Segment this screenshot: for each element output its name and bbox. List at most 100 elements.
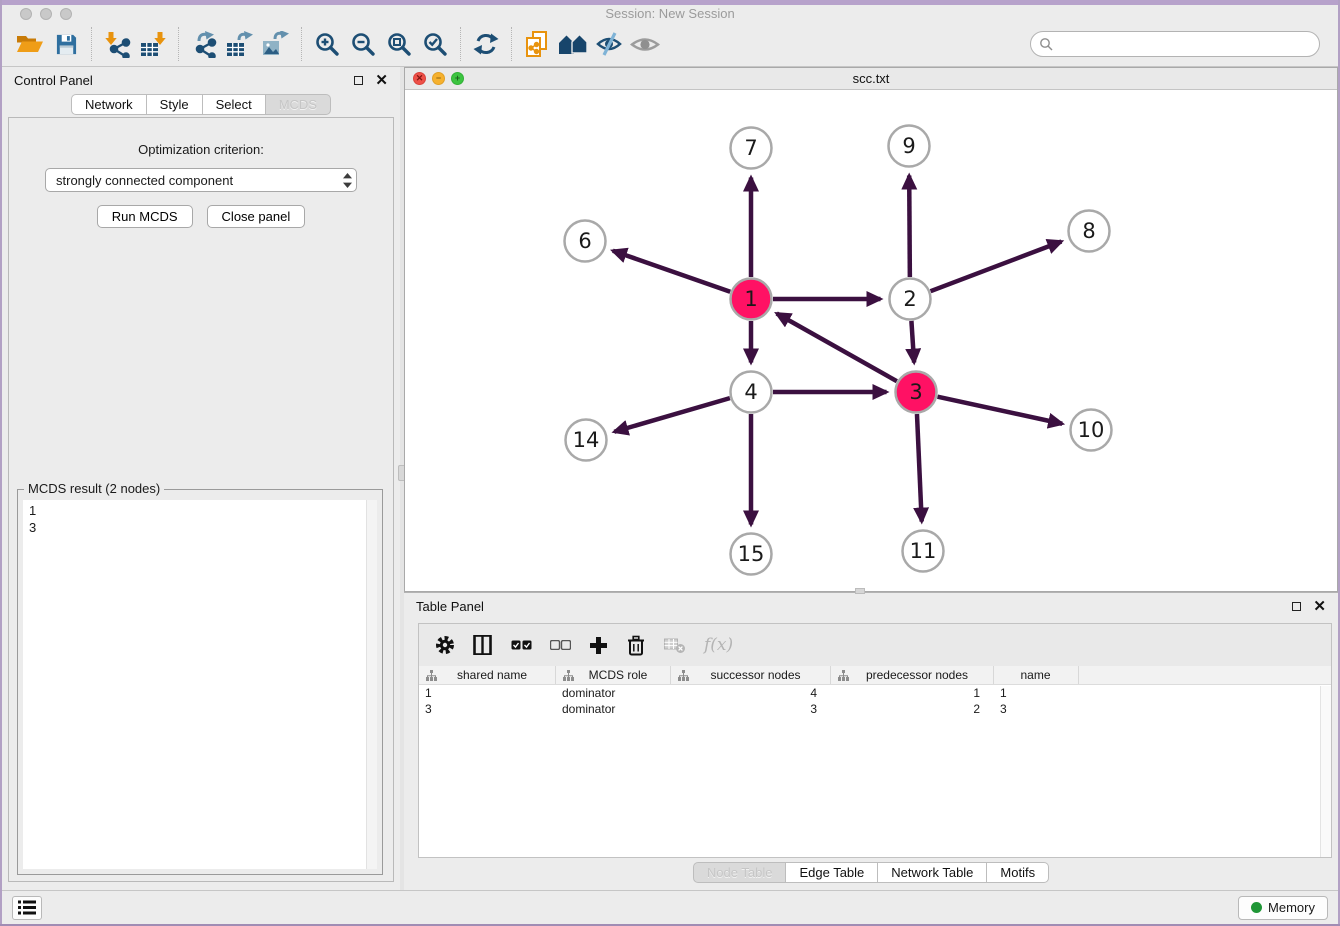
cell-name[interactable]: 1	[994, 685, 1079, 701]
zoom-in-icon[interactable]	[309, 26, 345, 62]
graph-node-8[interactable]: 8	[1069, 211, 1110, 252]
network-window-titlebar[interactable]: ✕ − + scc.txt	[405, 68, 1337, 90]
delete-column-trash-icon[interactable]	[626, 635, 646, 656]
zoom-out-icon[interactable]	[345, 26, 381, 62]
close-panel-icon[interactable]: ✕	[375, 73, 388, 88]
cell-MCDS-role[interactable]: dominator	[556, 685, 671, 701]
table-panel-title: Table Panel	[416, 599, 484, 614]
export-image-icon[interactable]	[258, 26, 294, 62]
column-header-predecessor-nodes[interactable]: predecessor nodes	[831, 666, 994, 684]
table-tab-node-table[interactable]: Node Table	[693, 862, 787, 883]
memory-button[interactable]: Memory	[1238, 896, 1328, 920]
float-table-panel-icon[interactable]	[1292, 602, 1301, 611]
refresh-layout-icon[interactable]	[468, 26, 504, 62]
zoom-selected-icon[interactable]	[417, 26, 453, 62]
float-panel-icon[interactable]	[354, 76, 363, 85]
graph-edge-3-10[interactable]	[937, 397, 1062, 424]
table-header-row: shared nameMCDS rolesuccessor nodesprede…	[419, 666, 1331, 685]
cell-MCDS-role[interactable]: dominator	[556, 701, 671, 717]
close-table-panel-icon[interactable]: ✕	[1313, 599, 1326, 614]
search-input[interactable]	[1053, 37, 1311, 52]
graph-node-14[interactable]: 14	[566, 420, 607, 461]
graph-node-6[interactable]: 6	[565, 221, 606, 262]
cell-predecessor-nodes[interactable]: 1	[831, 685, 994, 701]
control-tab-mcds[interactable]: MCDS	[266, 94, 331, 115]
search-box[interactable]	[1030, 31, 1320, 57]
show-columns-icon[interactable]	[473, 635, 493, 655]
show-all-icon[interactable]	[627, 26, 663, 62]
cell-predecessor-nodes[interactable]: 2	[831, 701, 994, 717]
graph-node-10[interactable]: 10	[1071, 410, 1112, 451]
graph-edge-1-6[interactable]	[613, 251, 730, 292]
table-row[interactable]: 1dominator411	[419, 685, 1331, 701]
delete-table-icon[interactable]	[664, 636, 686, 654]
table-tab-network-table[interactable]: Network Table	[878, 862, 987, 883]
cell-name[interactable]: 3	[994, 701, 1079, 717]
cell-successor-nodes[interactable]: 4	[671, 685, 831, 701]
horizontal-splitter-handle[interactable]	[855, 588, 865, 594]
graph-edge-3-11[interactable]	[917, 414, 922, 522]
control-tab-style[interactable]: Style	[147, 94, 203, 115]
svg-text:10: 10	[1078, 418, 1105, 442]
graph-edge-3-1[interactable]	[777, 313, 897, 381]
table-tab-motifs[interactable]: Motifs	[987, 862, 1049, 883]
close-panel-button[interactable]: Close panel	[207, 205, 306, 228]
save-session-icon[interactable]	[48, 26, 84, 62]
table-row[interactable]: 3dominator323	[419, 701, 1331, 717]
cell-successor-nodes[interactable]: 3	[671, 701, 831, 717]
graph-node-4[interactable]: 4	[731, 372, 772, 413]
first-neighbors-icon[interactable]	[555, 26, 591, 62]
create-column-plus-icon[interactable]	[589, 636, 608, 655]
panel-list-button[interactable]	[12, 896, 42, 920]
table-toolbar: f(x)	[419, 624, 1331, 666]
control-tab-select[interactable]: Select	[203, 94, 266, 115]
graph-node-15[interactable]: 15	[731, 534, 772, 575]
column-header-MCDS-role[interactable]: MCDS role	[556, 666, 671, 684]
network-graph[interactable]: 7 9 6 8 1 2 4 3 14 10 15 11	[405, 90, 1335, 591]
graph-node-1[interactable]: 1	[731, 279, 772, 320]
graph-edge-2-9[interactable]	[909, 175, 910, 277]
graph-node-2[interactable]: 2	[890, 279, 931, 320]
table-settings-gear-icon[interactable]	[435, 635, 455, 655]
function-builder-icon[interactable]: f(x)	[704, 635, 733, 655]
optimization-dropdown[interactable]: strongly connected component	[45, 168, 357, 192]
svg-text:4: 4	[744, 380, 757, 404]
control-panel-title: Control Panel	[14, 73, 93, 88]
graph-edge-4-14[interactable]	[614, 398, 730, 432]
table-tab-edge-table[interactable]: Edge Table	[786, 862, 878, 883]
run-mcds-button[interactable]: Run MCDS	[97, 205, 193, 228]
graph-node-7[interactable]: 7	[731, 128, 772, 169]
select-all-columns-icon[interactable]	[511, 640, 532, 650]
column-header-name[interactable]: name	[994, 666, 1079, 684]
mcds-result-text[interactable]: 1 3	[23, 500, 377, 869]
zoom-fit-icon[interactable]	[381, 26, 417, 62]
export-network-icon[interactable]	[186, 26, 222, 62]
export-table-icon[interactable]	[222, 26, 258, 62]
mcds-result-box: MCDS result (2 nodes) 1 3	[17, 489, 383, 875]
control-panel: Control Panel ✕ NetworkStyleSelectMCDS O…	[2, 67, 400, 890]
graph-node-3[interactable]: 3	[896, 372, 937, 413]
graph-edge-2-3[interactable]	[911, 321, 914, 363]
unselect-all-columns-icon[interactable]	[550, 640, 571, 650]
graph-edge-2-8[interactable]	[931, 241, 1062, 291]
result-scrollbar[interactable]	[366, 500, 377, 869]
import-network-icon[interactable]	[99, 26, 135, 62]
hide-selected-icon[interactable]	[591, 26, 627, 62]
open-session-icon[interactable]	[12, 26, 48, 62]
cell-shared-name[interactable]: 3	[419, 701, 556, 717]
column-header-shared-name[interactable]: shared name	[419, 666, 556, 684]
column-type-icon	[563, 670, 574, 681]
toolbar-separator	[178, 27, 179, 61]
column-header-successor-nodes[interactable]: successor nodes	[671, 666, 831, 684]
table-panel-tabs: Node TableEdge TableNetwork TableMotifs	[404, 862, 1338, 883]
cell-shared-name[interactable]: 1	[419, 685, 556, 701]
table-scrollbar[interactable]	[1320, 686, 1331, 857]
duplicate-network-icon[interactable]	[519, 26, 555, 62]
graph-node-11[interactable]: 11	[903, 531, 944, 572]
control-tab-network[interactable]: Network	[71, 94, 147, 115]
network-canvas[interactable]: 7 9 6 8 1 2 4 3 14 10 15 11	[405, 90, 1337, 591]
graph-node-9[interactable]: 9	[889, 126, 930, 167]
import-table-icon[interactable]	[135, 26, 171, 62]
svg-text:1: 1	[744, 287, 757, 311]
svg-text:15: 15	[738, 542, 765, 566]
